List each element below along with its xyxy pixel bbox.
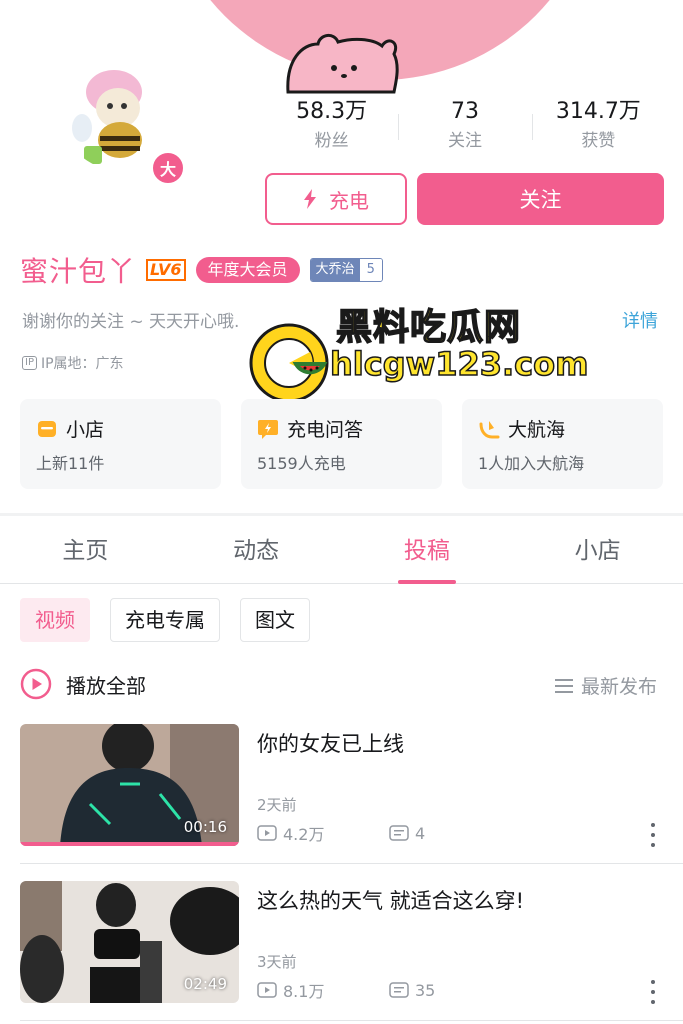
stat-fans[interactable]: 58.3万 粉丝: [265, 96, 398, 160]
more-options-icon[interactable]: [648, 980, 658, 1004]
filter-charge-exclusive[interactable]: 充电专属: [110, 598, 220, 642]
avatar[interactable]: 大: [62, 58, 186, 186]
detail-link[interactable]: 详情: [622, 307, 658, 333]
stat-value: 73: [450, 99, 479, 124]
card-voyage[interactable]: 大航海 1人加入大航海: [462, 399, 663, 489]
video-thumbnail[interactable]: 00:16: [20, 724, 239, 846]
tab-shop[interactable]: 小店: [512, 520, 683, 583]
view-count-text: 8.1万: [283, 982, 325, 1001]
bear-illustration-icon: [286, 34, 399, 94]
charge-qa-icon: [257, 418, 279, 440]
play-count-icon: [257, 982, 277, 998]
follow-label: 关注: [519, 188, 562, 212]
name-row: 蜜汁包丫 LV6 年度大会员 大乔治 5: [20, 250, 383, 290]
stat-label: 粉丝: [314, 131, 349, 151]
video-thumbnail[interactable]: 02:49: [20, 881, 239, 1003]
play-circle-icon: [20, 668, 52, 700]
comment-count: 4: [389, 824, 425, 843]
profile-stats: 58.3万 粉丝 73 关注 314.7万 获赞: [265, 96, 665, 160]
card-subtitle: 1人加入大航海: [478, 454, 585, 473]
play-count-icon: [257, 825, 277, 841]
voyage-icon: [478, 418, 500, 440]
ip-icon: IP: [22, 356, 37, 370]
fan-medal-name: 大乔治: [310, 259, 360, 281]
video-title: 这么热的天气 就适合这么穿!: [257, 889, 525, 913]
play-all-label: 播放全部: [66, 673, 146, 698]
sort-button[interactable]: 最新发布: [555, 672, 657, 699]
danmaku-icon: [389, 825, 409, 841]
content-filter: 视频 充电专属 图文: [20, 598, 310, 642]
video-meta: 4.2万 4: [257, 821, 425, 845]
watermark-title: 黑料吃瓜网: [335, 306, 522, 349]
more-options-icon[interactable]: [648, 823, 658, 847]
user-level-badge: LV6: [146, 259, 186, 281]
tab-home[interactable]: 主页: [0, 520, 171, 583]
stat-likes[interactable]: 314.7万 获赞: [531, 96, 665, 160]
ip-location-text: IP属地：广东: [40, 356, 124, 372]
filter-video[interactable]: 视频: [20, 598, 90, 642]
play-all-button[interactable]: 播放全部: [20, 668, 146, 700]
section-divider: [0, 513, 683, 516]
ip-location: IP IP属地：广东: [22, 353, 124, 373]
card-title-text: 小店: [66, 419, 105, 441]
video-item[interactable]: 00:16 你的女友已上线 2天前 4.2万 4: [20, 724, 663, 848]
watermark-logo-icon: [249, 323, 329, 403]
tab-uploads[interactable]: 投稿: [342, 520, 513, 584]
video-date: 2天前: [257, 796, 297, 814]
card-title-text: 充电问答: [287, 419, 364, 441]
card-charge-qa[interactable]: 充电问答 5159人充电: [241, 399, 442, 489]
stat-following[interactable]: 73 关注: [398, 96, 531, 160]
stat-label: 关注: [447, 131, 482, 151]
user-signature: 谢谢你的关注 ~ 天天开心哦.: [22, 312, 240, 332]
card-subtitle: 5159人充电: [257, 454, 346, 473]
card-shop[interactable]: 小店 上新11件: [20, 399, 221, 489]
video-title: 你的女友已上线: [257, 732, 404, 756]
card-title-text: 大航海: [508, 419, 566, 441]
tab-dynamics[interactable]: 动态: [171, 520, 342, 583]
video-duration: 02:49: [183, 975, 227, 993]
view-count-text: 4.2万: [283, 825, 325, 844]
fan-medal[interactable]: 大乔治 5: [309, 258, 383, 282]
card-subtitle: 上新11件: [36, 454, 105, 473]
fan-medal-level: 5: [359, 259, 382, 281]
video-duration: 00:16: [183, 818, 227, 836]
card-title: 大航海: [478, 415, 647, 442]
view-count: 4.2万: [257, 821, 389, 845]
profile-tabs: 主页 动态 投稿 小店: [0, 520, 683, 584]
sort-label: 最新发布: [581, 676, 658, 698]
lightning-icon: [303, 189, 317, 209]
list-icon: [555, 678, 573, 694]
charge-button[interactable]: 充电: [265, 173, 407, 225]
stat-value: 314.7万: [555, 99, 641, 124]
video-meta: 8.1万 35: [257, 978, 435, 1002]
video-date: 3天前: [257, 953, 297, 971]
list-divider: [20, 863, 683, 864]
filter-image-text[interactable]: 图文: [240, 598, 310, 642]
charge-label: 充电: [329, 188, 369, 213]
danmaku-icon: [389, 982, 409, 998]
card-title: 充电问答: [257, 415, 426, 442]
vip-badge[interactable]: 年度大会员: [195, 257, 300, 283]
official-badge: 大: [150, 150, 186, 186]
list-divider: [20, 1020, 683, 1021]
username: 蜜汁包丫: [20, 255, 137, 288]
stat-label: 获赞: [581, 131, 616, 151]
shop-icon: [36, 418, 58, 440]
card-title: 小店: [36, 415, 205, 442]
comment-count-text: 4: [415, 823, 426, 843]
comment-count: 35: [389, 981, 435, 1000]
view-count: 8.1万: [257, 978, 389, 1002]
watermark-url: hlcgw123.com: [329, 344, 589, 384]
stat-value: 58.3万: [296, 99, 368, 124]
comment-count-text: 35: [415, 980, 436, 1000]
watch-progress-bar: [20, 842, 239, 846]
video-item[interactable]: 02:49 这么热的天气 就适合这么穿! 3天前 8.1万 35: [20, 881, 663, 1005]
feature-cards: 小店 上新11件 充电问答 5159人充电 大航海 1人加入大航海: [20, 399, 663, 489]
follow-button[interactable]: 关注: [417, 173, 664, 225]
